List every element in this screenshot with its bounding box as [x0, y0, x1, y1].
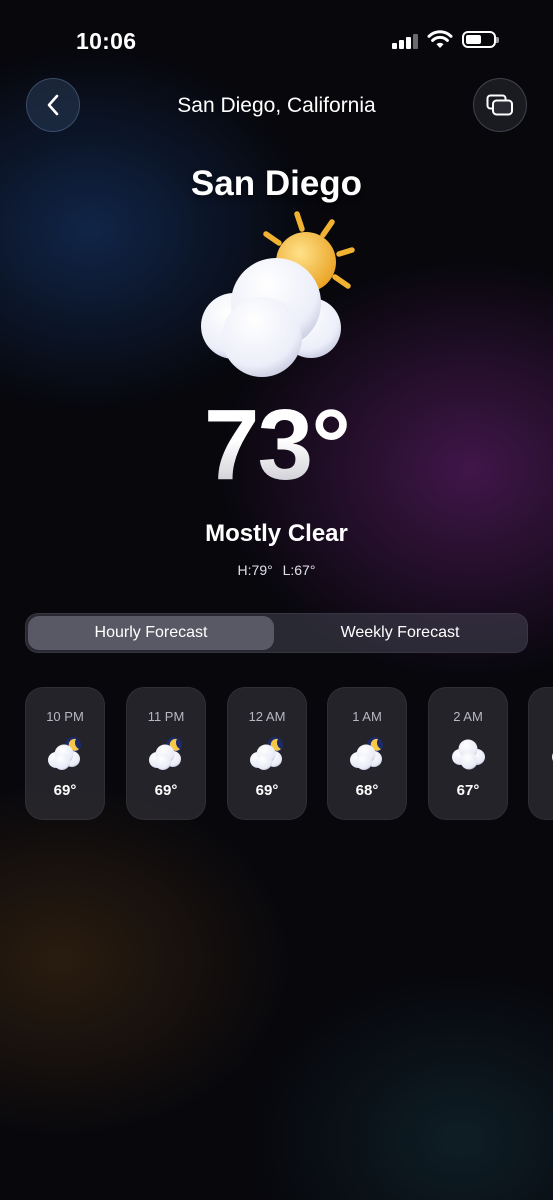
cloudy-night-icon [250, 737, 283, 770]
hour-temp: 68° [355, 782, 379, 799]
hour-temp: 69° [255, 782, 279, 799]
locations-button[interactable] [473, 78, 527, 132]
forecast-tabs: Hourly Forecast Weekly Forecast [25, 613, 528, 653]
hour-time: 10 PM [46, 709, 84, 724]
current-temperature: 73° [0, 388, 553, 503]
cloudy-icon [452, 739, 485, 770]
status-bar: 10:06 [0, 0, 553, 80]
hourly-item[interactable]: 10 PM 69° [25, 687, 105, 820]
low-temp: L:67° [282, 562, 316, 578]
weather-condition: Mostly Clear [205, 520, 348, 547]
tab-hourly-forecast[interactable]: Hourly Forecast [28, 616, 274, 650]
windows-icon [486, 94, 513, 116]
hour-time: 1 AM [352, 709, 382, 724]
hourly-forecast-list[interactable]: 10 PM 69° 11 PM 69° 12 AM 69° 1 AM 68° 2… [25, 687, 553, 821]
cloudy-night-icon [149, 737, 182, 770]
cellular-signal-icon [392, 33, 418, 49]
hour-temp: 67° [456, 782, 480, 799]
cloudy-night-icon [48, 737, 81, 770]
cloudy-icon [552, 739, 553, 770]
hourly-item[interactable]: 12 AM 69° [227, 687, 307, 820]
hourly-item[interactable]: 2 AM 67° [428, 687, 508, 820]
high-low-temps: H:79° L:67° [0, 562, 553, 578]
cloudy-night-icon [350, 737, 383, 770]
tab-weekly-forecast[interactable]: Weekly Forecast [277, 616, 523, 650]
hour-time: 12 AM [248, 709, 286, 724]
hour-time: 2 AM [453, 709, 483, 724]
partly-cloudy-sun-icon [201, 211, 355, 377]
hourly-item[interactable]: 11 PM 69° [126, 687, 206, 820]
high-temp: H:79° [237, 562, 273, 578]
hour-time: 11 PM [147, 709, 185, 724]
hourly-item[interactable] [528, 687, 553, 820]
hour-temp: 69° [53, 782, 77, 799]
battery-icon [462, 31, 499, 48]
wifi-icon [427, 30, 453, 48]
hour-temp: 69° [154, 782, 178, 799]
status-time: 10:06 [76, 28, 137, 54]
location-title: San Diego, California [177, 94, 376, 117]
city-name: San Diego [190, 164, 363, 203]
hourly-item[interactable]: 1 AM 68° [327, 687, 407, 820]
